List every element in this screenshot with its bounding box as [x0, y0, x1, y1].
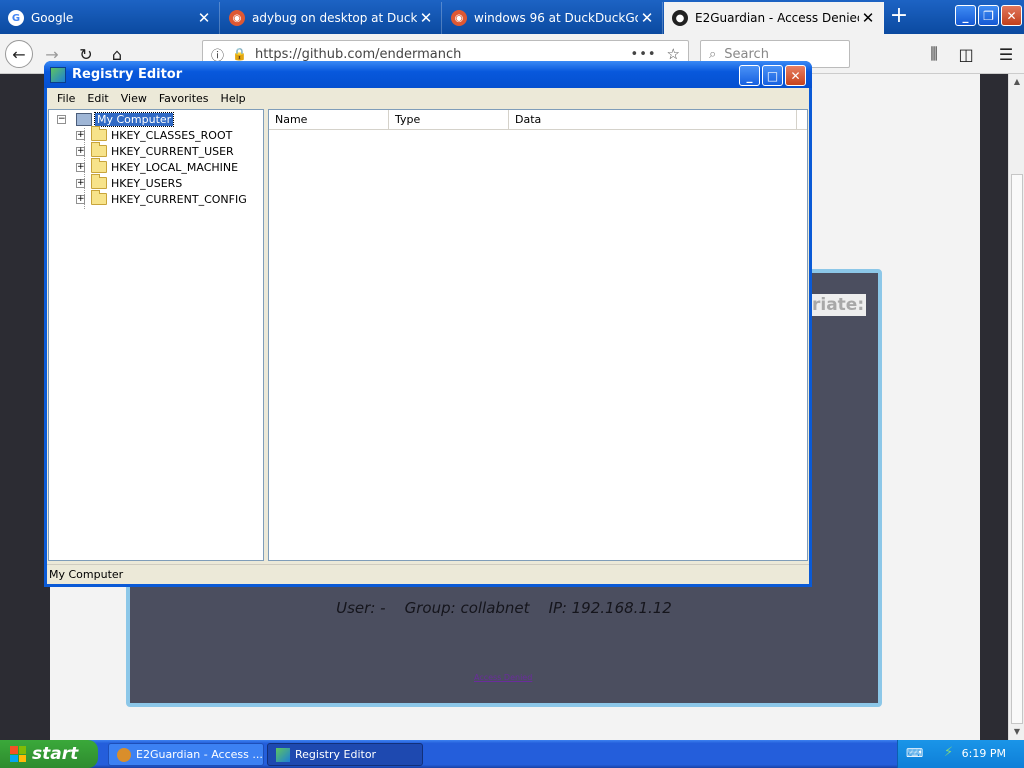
taskbar-item-label: Registry Editor [295, 748, 377, 761]
user-info-text: User: - Group: collabnet IP: 192.168.1.1… [336, 599, 672, 617]
scroll-up-icon[interactable]: ▲ [1009, 74, 1024, 90]
tree-item-hkey-current-config[interactable]: + HKEY_CURRENT_CONFIG [76, 190, 247, 207]
regedit-app-icon [50, 66, 66, 83]
menu-file[interactable]: File [51, 90, 81, 107]
close-icon[interactable]: ✕ [638, 9, 656, 27]
folder-icon [91, 190, 107, 205]
registry-values-pane[interactable]: Name Type Data [268, 109, 808, 561]
page-link[interactable]: Access Denied [474, 673, 532, 682]
partial-heading: riate: [810, 294, 867, 316]
status-bar: My Computer [47, 564, 809, 584]
close-icon[interactable]: ✕ [417, 9, 435, 27]
tab-title: Google [31, 11, 74, 25]
close-window-icon[interactable]: ✕ [1001, 5, 1022, 26]
collapse-icon[interactable]: − [57, 114, 66, 124]
windows-logo-icon [10, 746, 26, 762]
column-name[interactable]: Name [269, 110, 389, 130]
regedit-app-icon [276, 747, 290, 762]
tree-item-label: HKEY_USERS [111, 176, 183, 190]
search-placeholder: Search [724, 46, 769, 62]
menu-view[interactable]: View [115, 90, 153, 107]
expand-icon[interactable]: + [76, 146, 85, 156]
taskbar-item-e2guardian[interactable]: E2Guardian - Access ... [108, 743, 264, 766]
menu-edit[interactable]: Edit [81, 90, 114, 107]
tree-item-my-computer[interactable]: − My Computer [57, 111, 175, 127]
folder-icon [91, 158, 107, 173]
minimize-icon[interactable]: _ [955, 5, 976, 26]
tree-item-hkey-current-user[interactable]: + HKEY_CURRENT_USER [76, 142, 234, 159]
library-icon[interactable]: ⫼ [920, 40, 948, 68]
taskbar-item-registry-editor[interactable]: Registry Editor [267, 743, 423, 766]
firefox-icon [117, 747, 131, 762]
tab-title: windows 96 at DuckDuckGo [474, 11, 638, 25]
registry-editor-window: Registry Editor _ □ ✕ File Edit View Fav… [44, 61, 812, 587]
tree-item-label: HKEY_CURRENT_USER [111, 144, 234, 158]
tab-adybug[interactable]: ◉ adybug on desktop at DuckDuckG ✕ [221, 2, 442, 34]
column-data[interactable]: Data [509, 110, 797, 130]
tab-e2guardian[interactable]: ● E2Guardian - Access Denied ✕ [664, 2, 884, 34]
browser-tab-bar: G Google ✕ ◉ adybug on desktop at DuckDu… [0, 0, 1024, 34]
github-icon: ● [672, 10, 688, 26]
page-scrollbar[interactable]: ▲ ▼ [1008, 74, 1024, 740]
scroll-down-icon[interactable]: ▼ [1009, 724, 1024, 740]
tree-item-label: HKEY_CURRENT_CONFIG [111, 192, 247, 206]
registry-tree-pane[interactable]: − My Computer + HKEY_CLASSES_ROOT + HKEY… [48, 109, 264, 561]
close-icon[interactable]: ✕ [785, 65, 806, 86]
system-tray: ⌨ ⚡ 6:19 PM [897, 740, 1024, 768]
expand-icon[interactable]: + [76, 162, 85, 172]
duckduckgo-icon: ◉ [229, 10, 245, 26]
tab-windows-96[interactable]: ◉ windows 96 at DuckDuckGo ✕ [443, 2, 663, 34]
computer-icon [76, 112, 92, 126]
network-icon[interactable]: ⚡ [944, 745, 953, 760]
taskbar: start E2Guardian - Access ... Registry E… [0, 740, 1024, 768]
keyboard-icon[interactable]: ⌨ [906, 746, 923, 760]
registry-editor-titlebar[interactable]: Registry Editor _ □ ✕ [44, 61, 812, 88]
page-actions-icon[interactable]: ••• [631, 47, 657, 62]
column-header: Name Type Data [269, 110, 807, 130]
tab-google[interactable]: G Google ✕ [0, 2, 220, 34]
tree-item-hkey-local-machine[interactable]: + HKEY_LOCAL_MACHINE [76, 158, 239, 175]
tab-title: E2Guardian - Access Denied [695, 11, 859, 25]
google-icon: G [8, 10, 24, 26]
new-tab-button[interactable]: + [885, 4, 913, 30]
folder-icon [91, 174, 107, 189]
search-icon: ⌕ [709, 46, 717, 62]
menu-bar: File Edit View Favorites Help [47, 88, 809, 108]
restore-icon[interactable]: ❐ [978, 5, 999, 26]
tab-title: adybug on desktop at DuckDuckG [252, 11, 417, 25]
window-title: Registry Editor [72, 67, 183, 82]
tree-item-label: HKEY_CLASSES_ROOT [111, 128, 233, 142]
clock[interactable]: 6:19 PM [962, 747, 1006, 760]
tree-item-label: My Computer [93, 111, 175, 127]
duckduckgo-icon: ◉ [451, 10, 467, 26]
taskbar-item-label: E2Guardian - Access ... [136, 748, 263, 761]
maximize-icon[interactable]: □ [762, 65, 783, 86]
close-icon[interactable]: ✕ [195, 9, 213, 27]
menu-favorites[interactable]: Favorites [153, 90, 215, 107]
folder-icon [91, 126, 107, 141]
menu-help[interactable]: Help [215, 90, 252, 107]
expand-icon[interactable]: + [76, 194, 85, 204]
lock-icon: 🔒 [232, 47, 247, 61]
sidebar-icon[interactable]: ◫ [952, 40, 980, 68]
minimize-icon[interactable]: _ [739, 65, 760, 86]
column-type[interactable]: Type [389, 110, 509, 130]
expand-icon[interactable]: + [76, 130, 85, 140]
scrollbar-thumb[interactable] [1011, 174, 1023, 724]
registry-editor-body: File Edit View Favorites Help − My Compu… [47, 88, 809, 584]
expand-icon[interactable]: + [76, 178, 85, 188]
back-arrow-icon[interactable]: ← [5, 40, 33, 68]
menu-hamburger-icon[interactable]: ☰ [992, 40, 1020, 68]
tree-item-hkey-users[interactable]: + HKEY_USERS [76, 174, 183, 191]
folder-icon [91, 142, 107, 157]
tree-item-label: HKEY_LOCAL_MACHINE [111, 160, 239, 174]
url-text: https://github.com/endermanch [254, 46, 462, 62]
start-button[interactable]: start [0, 740, 98, 768]
tree-item-hkey-classes-root[interactable]: + HKEY_CLASSES_ROOT [76, 126, 233, 143]
start-label: start [32, 744, 79, 764]
close-icon[interactable]: ✕ [859, 9, 877, 27]
